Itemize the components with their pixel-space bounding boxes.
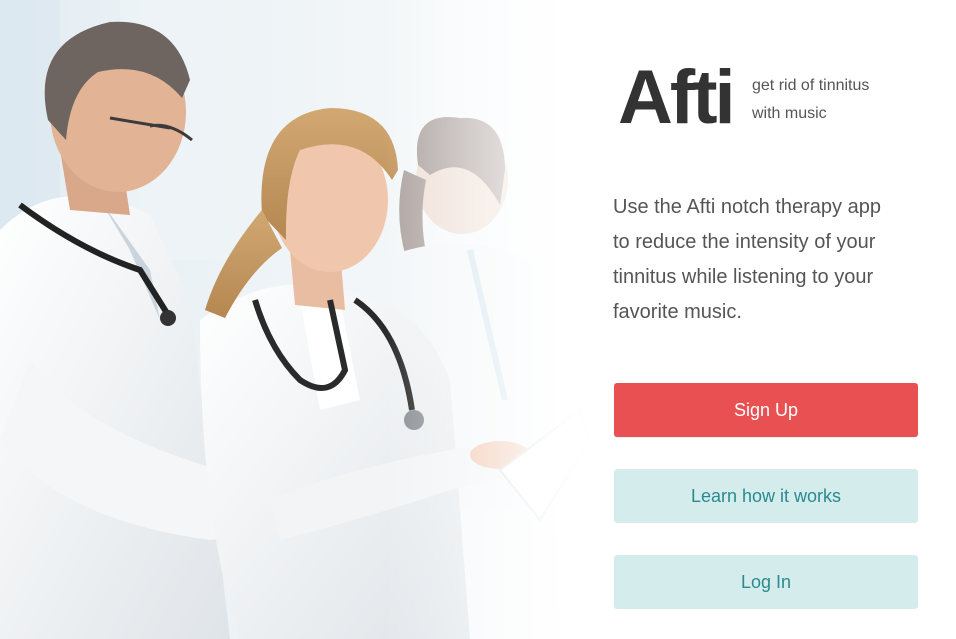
intro-line-4: favorite music.	[613, 301, 742, 323]
landing-screen: Afti get rid of tinnitus with music Use …	[0, 0, 956, 639]
intro-line-1: Use the Afti notch therapy app	[613, 196, 881, 218]
log-in-button[interactable]: Log In	[614, 555, 918, 609]
intro-line-3: tinnitus while listening to your	[613, 266, 874, 288]
tagline-line-2: with music	[752, 105, 827, 122]
intro-description: Use the Afti notch therapy app to reduce…	[613, 190, 933, 330]
brand-tagline: get rid of tinnitus with music	[752, 72, 912, 128]
tagline-line-1: get rid of tinnitus	[752, 77, 870, 94]
brand-header: Afti get rid of tinnitus with music	[618, 58, 918, 138]
content-panel: Afti get rid of tinnitus with music Use …	[580, 0, 956, 639]
sign-up-button[interactable]: Sign Up	[614, 383, 918, 437]
brand-logo-text: Afti	[618, 55, 736, 140]
learn-how-it-works-button[interactable]: Learn how it works	[614, 469, 918, 523]
intro-line-2: to reduce the intensity of your	[613, 231, 876, 253]
hero-image	[0, 0, 620, 639]
